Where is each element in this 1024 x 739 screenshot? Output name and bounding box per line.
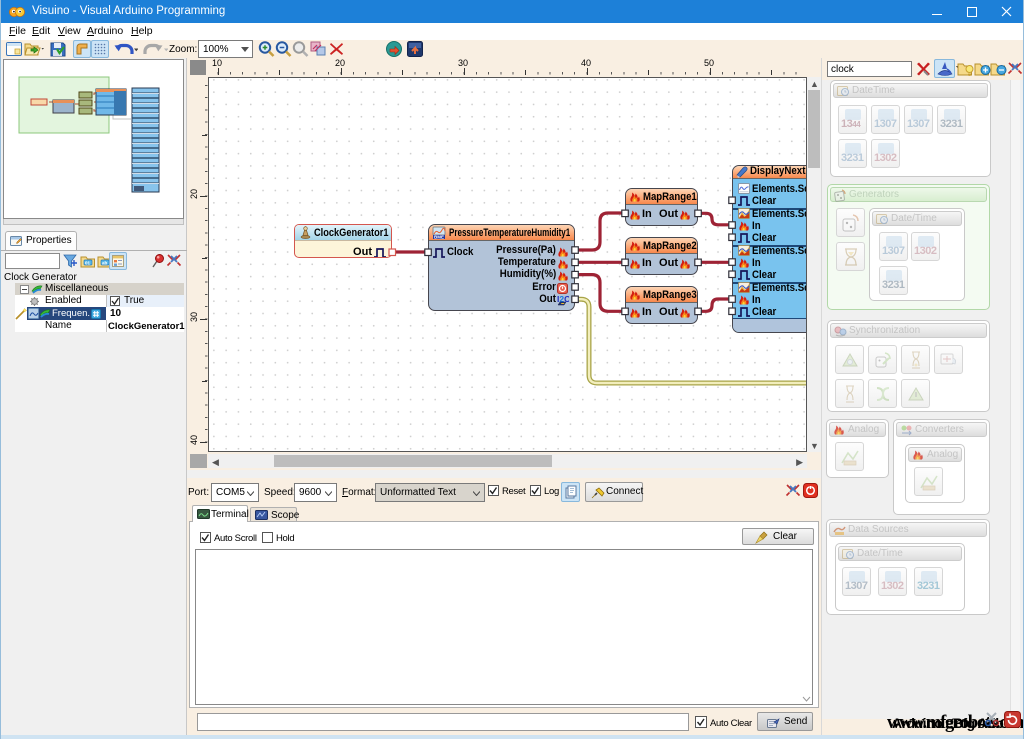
svg-text:ab: ab: [102, 261, 108, 266]
svg-text:01: 01: [85, 261, 91, 266]
